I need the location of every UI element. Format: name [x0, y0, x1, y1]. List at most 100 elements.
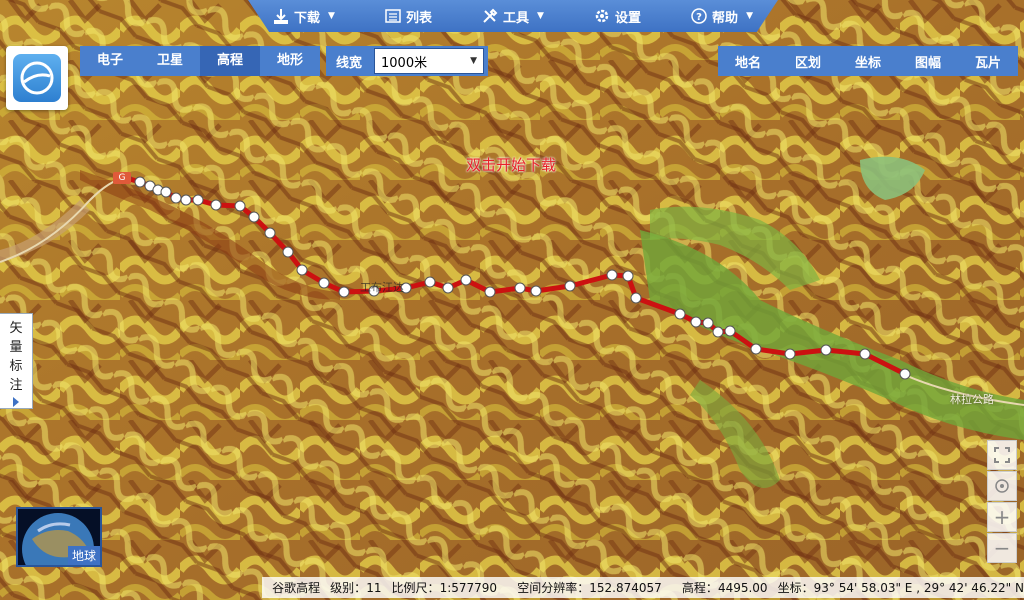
line-width-select[interactable]: 1000米 ▼ — [374, 48, 485, 74]
chevron-down-icon: ▼ — [328, 11, 335, 21]
resolution-value: 152.874057 — [589, 580, 662, 595]
minus-icon: − — [993, 536, 1011, 560]
map-type-elevation[interactable]: 高程 — [200, 46, 260, 76]
svg-text:?: ? — [696, 12, 702, 23]
list-button[interactable]: 列表 — [379, 7, 438, 26]
route-vertex[interactable] — [530, 285, 542, 297]
route-vertex[interactable] — [210, 199, 222, 211]
route-vertex[interactable] — [282, 246, 294, 258]
download-label: 下载 — [294, 10, 321, 26]
route-vertex[interactable] — [630, 292, 642, 304]
map-type-bar: 电子 卫星 高程 地形 — [80, 46, 320, 76]
route-vertex[interactable] — [318, 277, 330, 289]
globe-logo-icon — [13, 54, 61, 102]
elevation-label: 高程： — [681, 581, 718, 595]
menu-coordinate[interactable]: 坐标 — [838, 52, 898, 71]
route-vertex[interactable] — [622, 270, 634, 282]
globe-label: 地球 — [67, 546, 100, 565]
download-icon — [274, 9, 289, 24]
chevron-down-icon: ▼ — [746, 11, 753, 21]
route-vertex[interactable] — [859, 348, 871, 360]
road-label: 林拉公路 — [950, 393, 994, 406]
route-vertex[interactable] — [750, 343, 762, 355]
route-vertex[interactable] — [192, 194, 204, 206]
vector-tab-char: 量 — [9, 340, 23, 355]
route-vertex[interactable] — [424, 276, 436, 288]
map-type-electronic[interactable]: 电子 — [80, 46, 140, 76]
menu-mapsheet[interactable]: 图幅 — [898, 52, 958, 71]
scale-value: 1:577790 — [439, 580, 498, 595]
route-vertex[interactable] — [514, 282, 526, 294]
globe-switch[interactable]: 地球 — [16, 507, 102, 567]
map-type-satellite[interactable]: 卫星 — [140, 46, 200, 76]
line-width-control: 线宽 1000米 ▼ — [326, 46, 488, 76]
app-logo[interactable] — [6, 46, 68, 110]
zoom-in-button[interactable]: + — [987, 502, 1017, 532]
start-town-marker[interactable]: G — [113, 172, 131, 184]
tools-icon — [483, 8, 498, 23]
vector-label-tab[interactable]: 矢 量 标 注 — [0, 313, 33, 409]
route-vertex[interactable] — [702, 317, 714, 329]
elevation-map[interactable]: G 工布江达 林拉公路 — [0, 0, 1024, 600]
main-toolbar: 下载 ▼ 列表 工具 ▼ 设置 ? 帮助 ▼ — [248, 0, 778, 32]
settings-label: 设置 — [615, 10, 642, 26]
route-vertex[interactable] — [712, 326, 724, 338]
route-vertex[interactable] — [460, 274, 472, 286]
list-label: 列表 — [405, 10, 432, 26]
locate-button[interactable] — [987, 471, 1017, 501]
menu-placename[interactable]: 地名 — [718, 52, 778, 71]
fullscreen-button[interactable] — [987, 440, 1017, 470]
tools-label: 工具 — [503, 10, 530, 26]
vector-tab-char: 注 — [9, 378, 23, 393]
route-vertex[interactable] — [160, 186, 172, 198]
route-vertex[interactable] — [820, 344, 832, 356]
route-vertex[interactable] — [296, 264, 308, 276]
route-vertex[interactable] — [338, 286, 350, 298]
elevation-value: 4495.00 — [717, 580, 768, 595]
scale-label: 比例尺： — [391, 581, 440, 595]
route-vertex[interactable] — [248, 211, 260, 223]
plus-icon: + — [993, 505, 1011, 529]
help-label: 帮助 — [712, 10, 739, 26]
route-vertex[interactable] — [674, 308, 686, 320]
route-vertex[interactable] — [724, 325, 736, 337]
download-menu[interactable]: 下载 ▼ — [267, 7, 341, 26]
route-vertex[interactable] — [180, 194, 192, 206]
chevron-down-icon: ▼ — [470, 56, 478, 66]
level-label: 级别： — [330, 581, 367, 595]
zoom-out-button[interactable]: − — [987, 533, 1017, 563]
menu-division[interactable]: 区划 — [778, 52, 838, 71]
town-label: 工布江达 — [360, 281, 404, 294]
route-vertex[interactable] — [170, 192, 182, 204]
settings-button[interactable]: 设置 — [588, 7, 647, 26]
route-vertex[interactable] — [606, 269, 618, 281]
route-vertex[interactable] — [134, 176, 146, 188]
route-vertex[interactable] — [899, 368, 911, 380]
route-vertex[interactable] — [234, 200, 246, 212]
route-vertex[interactable] — [264, 227, 276, 239]
coord-value: 93° 54' 58.03" E , 29° 42' 46.22" N — [813, 580, 1024, 595]
route-vertex[interactable] — [442, 282, 454, 294]
list-icon — [385, 9, 401, 23]
terrain-layer — [0, 0, 1024, 600]
route-vertex[interactable] — [484, 286, 496, 298]
line-width-value: 1000米 — [381, 55, 428, 71]
help-menu[interactable]: ? 帮助 ▼ — [685, 7, 759, 26]
right-menu-bar: 地名 区划 坐标 图幅 瓦片 — [718, 46, 1018, 76]
download-hint: 双击开始下载 — [466, 156, 557, 174]
route-vertex[interactable] — [690, 316, 702, 328]
status-bar: 谷歌高程 级别： 11 比例尺： 1:577790 空间分辨率： 152.874057… — [262, 577, 1024, 598]
menu-tiles[interactable]: 瓦片 — [958, 52, 1018, 71]
line-width-label: 线宽 — [336, 55, 363, 71]
vector-tab-char: 矢 — [9, 321, 23, 336]
route-vertex[interactable] — [784, 348, 796, 360]
map-type-terrain[interactable]: 地形 — [260, 46, 320, 76]
level-value: 11 — [366, 580, 382, 595]
tools-menu[interactable]: 工具 ▼ — [476, 7, 550, 26]
chevron-down-icon: ▼ — [537, 11, 544, 21]
fullscreen-icon — [994, 447, 1010, 463]
vector-tab-char: 标 — [9, 359, 23, 374]
resolution-label: 空间分辨率： — [517, 581, 590, 595]
route-vertex[interactable] — [564, 280, 576, 292]
coord-label: 坐标： — [777, 581, 814, 595]
